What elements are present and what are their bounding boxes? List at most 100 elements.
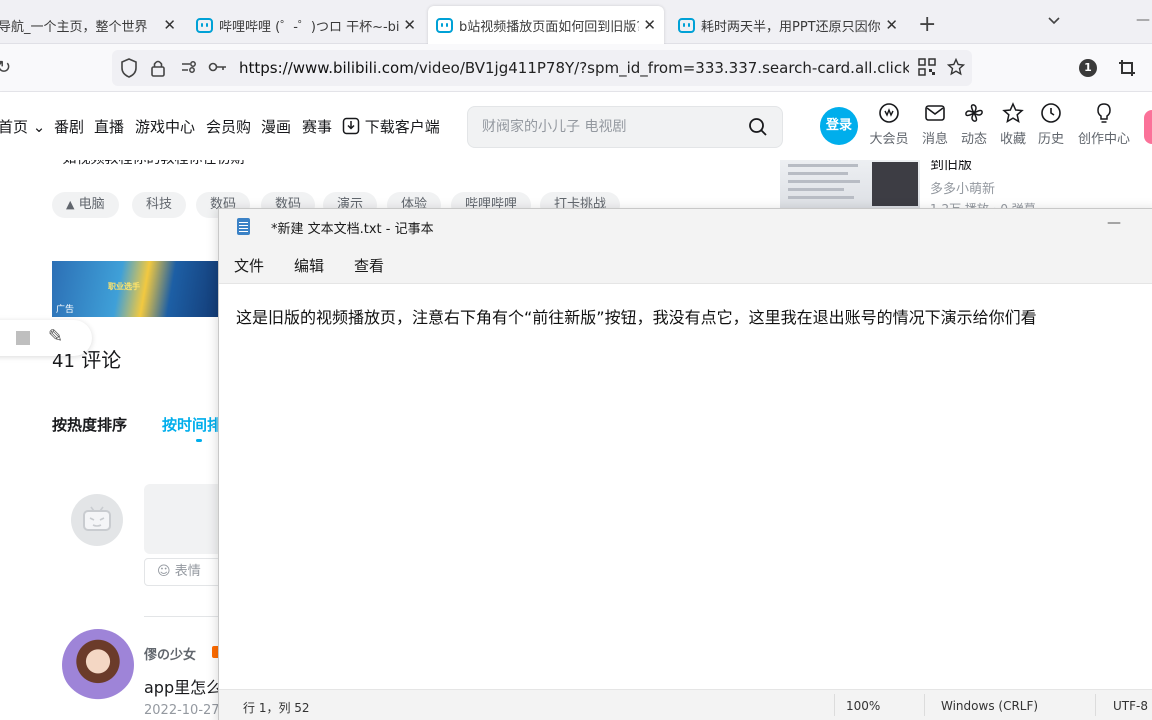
cursor-position: 行 1，列 52	[243, 701, 310, 715]
search-icon[interactable]	[748, 117, 768, 137]
shield-icon[interactable]	[120, 58, 138, 82]
qr-code-icon[interactable]	[918, 58, 936, 80]
browser-tab-3[interactable]: b站视频播放页面如何回到旧版? ✕	[428, 6, 664, 44]
emoji-button[interactable]: ☺ 表情	[144, 558, 224, 586]
browser-tab-1[interactable]: 导航_一个主页，整个世界 ✕	[0, 6, 184, 44]
close-tab-icon[interactable]: ✕	[163, 16, 176, 34]
ad-banner-text: 职业选手	[108, 282, 140, 291]
search-input[interactable]	[482, 116, 732, 138]
sort-by-hot[interactable]: 按热度排序	[52, 414, 127, 435]
nav-dynamics[interactable]: 动态	[952, 102, 996, 147]
window-minimize-button[interactable]: —	[1136, 12, 1150, 28]
notepad-menubar: 文件 编辑 查看	[219, 243, 1152, 283]
tag-item[interactable]: 科技	[132, 192, 187, 218]
chevron-down-icon: ⌄	[32, 118, 46, 136]
nav-creator-center-label: 创作中心	[1077, 132, 1130, 147]
browser-toolbar: ↻ https://www.bilibili.com/video/BV1jg41…	[0, 44, 1152, 92]
notepad-titlebar[interactable]: *新建 文本文档.txt - 记事本 —	[219, 209, 1152, 243]
thumb-line	[788, 172, 848, 175]
nav-creator-center[interactable]: 创作中心	[1074, 102, 1134, 147]
nav-messages-label: 消息	[921, 132, 948, 147]
extension-badge-icon[interactable]: 1	[1079, 59, 1097, 77]
nav-home[interactable]: 首页 ⌄	[0, 116, 45, 137]
pinwheel-icon	[952, 102, 996, 124]
comment-count: 41	[52, 351, 75, 372]
url-path: /video/BV1jg411P78Y/?spm_id_from=333.337…	[413, 59, 909, 77]
lock-icon[interactable]	[150, 58, 166, 82]
chevron-down-icon[interactable]	[1046, 12, 1062, 32]
bilibili-header: 首页 ⌄ 番剧 直播 游戏中心 会员购 漫画 赛事 下载客户端 登录 大会员 消…	[0, 92, 1152, 160]
tag-topic-icon: ▲	[66, 198, 75, 211]
nav-vip-label: 大会员	[869, 132, 909, 147]
thumb-dark-panel	[872, 162, 918, 206]
menu-view[interactable]: 查看	[354, 255, 384, 276]
nav-history[interactable]: 历史	[1029, 102, 1073, 147]
nav-download-client[interactable]: 下载客户端	[342, 116, 440, 137]
nav-item-mall[interactable]: 会员购	[206, 116, 251, 137]
close-tab-icon[interactable]: ✕	[885, 16, 898, 34]
key-icon[interactable]	[208, 58, 228, 80]
tag-item[interactable]: ▲ 电脑	[52, 192, 119, 218]
nav-item-game-center[interactable]: 游戏中心	[135, 116, 195, 137]
download-icon	[342, 117, 360, 135]
status-separator	[1095, 694, 1096, 716]
minimize-button[interactable]: —	[1107, 215, 1121, 231]
tab-title: b站视频播放页面如何回到旧版?	[459, 19, 639, 35]
url-text[interactable]: https://www.bilibili.com/video/BV1jg411P…	[239, 59, 909, 77]
bilibili-favicon-icon	[436, 17, 453, 33]
crop-icon[interactable]	[1118, 59, 1136, 77]
close-tab-icon[interactable]: ✕	[643, 16, 656, 34]
ad-banner[interactable]: 职业选手 广告	[52, 261, 220, 317]
tag-label: 电脑	[78, 197, 105, 212]
nav-home-label: 首页	[0, 118, 29, 136]
avatar[interactable]	[62, 629, 134, 701]
avatar	[71, 494, 123, 546]
bilibili-favicon-icon	[196, 17, 213, 33]
recommended-video-thumbnail[interactable]	[780, 160, 920, 208]
reply-username[interactable]: 僇の少女	[144, 644, 196, 663]
notepad-editor[interactable]: 这是旧版的视频播放页，注意右下角有个“前往新版”按钮，我没有点它，这里我在退出账…	[219, 283, 1152, 689]
stop-icon[interactable]	[16, 331, 30, 345]
nav-messages[interactable]: 消息	[913, 102, 957, 147]
nav-item-manga[interactable]: 漫画	[261, 116, 291, 137]
new-tab-button[interactable]: +	[918, 12, 936, 37]
url-host: https://www.bilibili.com	[239, 59, 414, 77]
upload-button[interactable]	[1144, 110, 1152, 144]
notepad-statusbar: 行 1，列 52 100% Windows (CRLF) UTF-8	[219, 689, 1152, 720]
thumb-line	[788, 164, 858, 167]
status-separator	[924, 694, 925, 716]
nav-vip[interactable]: 大会员	[867, 102, 911, 147]
recommended-video-up[interactable]: 多多小萌新	[930, 178, 995, 197]
bilibili-favicon-icon	[678, 17, 695, 33]
browser-tab-4[interactable]: 耗时两天半，用PPT还原只因你太美 ✕	[670, 6, 906, 44]
nav-item-bangumi[interactable]: 番剧	[54, 116, 84, 137]
nav-history-label: 历史	[1037, 132, 1064, 147]
notepad-app-icon	[237, 218, 250, 235]
menu-edit[interactable]: 编辑	[294, 255, 324, 276]
vip-icon	[867, 102, 911, 124]
bookmark-star-icon[interactable]	[946, 57, 966, 80]
reload-icon[interactable]: ↻	[0, 57, 11, 78]
nav-item-match[interactable]: 赛事	[302, 116, 332, 137]
smile-icon: ☺	[157, 564, 171, 579]
notepad-window: *新建 文本文档.txt - 记事本 — 文件 编辑 查看 这是旧版的视频播放页…	[218, 208, 1152, 720]
mail-icon	[913, 102, 957, 124]
thumb-line	[788, 180, 860, 183]
search-box	[467, 106, 783, 148]
browser-tab-bar: 导航_一个主页，整个世界 ✕ 哔哩哔哩 (゜-゜)つロ 干杯~-bili ✕ b…	[0, 0, 1152, 44]
sort-active-indicator	[196, 439, 202, 442]
comment-header: 41 评论	[52, 344, 121, 373]
browser-tab-2[interactable]: 哔哩哔哩 (゜-゜)つロ 干杯~-bili ✕	[188, 6, 424, 44]
close-tab-icon[interactable]: ✕	[403, 16, 416, 34]
recommended-video-title[interactable]: 到旧版	[930, 160, 972, 174]
line-ending: Windows (CRLF)	[941, 699, 1039, 713]
login-button[interactable]: 登录	[820, 107, 858, 145]
tab-title: 耗时两天半，用PPT还原只因你太美	[701, 19, 881, 35]
permissions-icon[interactable]	[180, 58, 198, 80]
menu-file[interactable]: 文件	[234, 255, 264, 276]
nav-dynamics-label: 动态	[960, 132, 987, 147]
ad-label: 广告	[56, 305, 75, 315]
nav-item-live[interactable]: 直播	[94, 116, 124, 137]
download-label: 下载客户端	[364, 118, 440, 136]
address-bar[interactable]: https://www.bilibili.com/video/BV1jg411P…	[112, 50, 972, 86]
